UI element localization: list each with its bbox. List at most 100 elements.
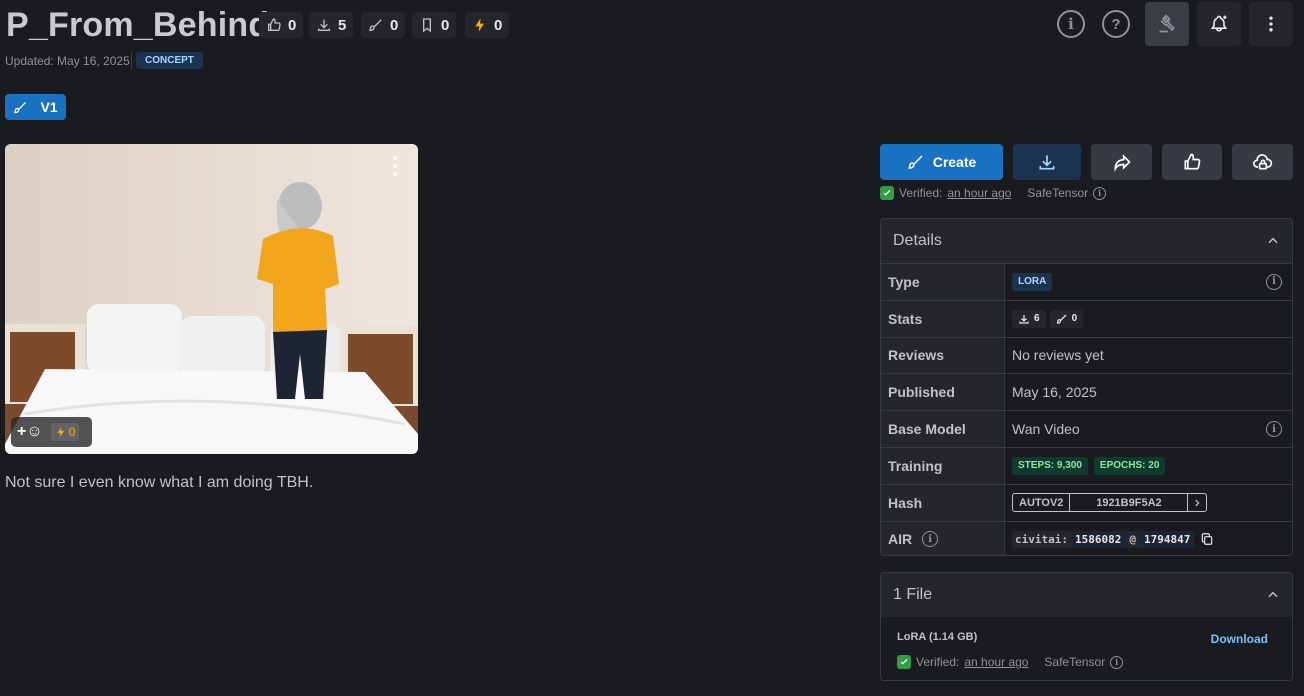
- verified-time[interactable]: an hour ago: [964, 655, 1028, 669]
- details-heading: Details: [893, 232, 942, 249]
- add-reaction-icon[interactable]: +☺: [17, 423, 43, 441]
- generations-stat: 0: [361, 12, 406, 38]
- download-icon: [1039, 155, 1055, 170]
- file-verification-status: Verified: an hour ago SafeTensor i: [897, 655, 1124, 669]
- chevron-up-icon: [1268, 237, 1278, 244]
- details-row-hash: Hash AUTOV2 1921B9F5A2: [881, 483, 1292, 521]
- brush-icon: [14, 101, 27, 113]
- air-version-id: 1794847: [1139, 530, 1195, 548]
- chevron-up-icon: [1268, 591, 1278, 598]
- base-model-label: Base Model: [881, 411, 1005, 447]
- files-heading: 1 File: [893, 586, 933, 603]
- bookmarks-stat: 0: [412, 12, 457, 38]
- details-row-base-model: Base Model Wan Video i: [881, 410, 1292, 447]
- preview-image-card[interactable]: +☺ 0: [5, 144, 418, 454]
- info-icon[interactable]: i: [1266, 273, 1282, 290]
- downloads-stat: 5: [309, 12, 354, 38]
- details-header[interactable]: Details: [881, 219, 1292, 263]
- training-label: Training: [881, 447, 1005, 484]
- details-row-published: Published May 16, 2025: [881, 373, 1292, 411]
- page-title: P_From_Behind: [6, 6, 270, 44]
- bookmarks-count: 0: [441, 16, 450, 34]
- downloads-badge: 6: [1012, 309, 1046, 328]
- published-label: Published: [881, 374, 1005, 411]
- notify-button[interactable]: [1197, 2, 1241, 46]
- generations-badge: 0: [1049, 309, 1084, 328]
- chevron-right-icon[interactable]: [1188, 494, 1206, 511]
- air-model-id: 1586082: [1070, 530, 1126, 548]
- downloads-count: 5: [338, 16, 347, 34]
- thumb-up-icon: [268, 18, 281, 31]
- file-name: LoRA (1.14 GB): [897, 631, 978, 643]
- buzz-count: 0: [494, 16, 503, 34]
- moderation-button[interactable]: [1145, 2, 1189, 46]
- downloads-value: 6: [1034, 313, 1040, 325]
- details-row-reviews: Reviews No reviews yet: [881, 336, 1292, 374]
- air-prefix: civitai:: [1012, 530, 1071, 548]
- buzz-tip-count: 0: [68, 425, 76, 439]
- category-badge[interactable]: CONCEPT: [136, 52, 203, 69]
- verified-label: Verified:: [916, 655, 960, 669]
- version-tab-v1[interactable]: V1: [5, 94, 66, 120]
- file-download-link[interactable]: Download: [1211, 632, 1268, 646]
- info-icon[interactable]: i: [1057, 10, 1085, 38]
- cloud-lock-icon: [1252, 154, 1272, 170]
- details-panel: Details Type LORA i Stats 6 0 Reviews No…: [880, 218, 1293, 556]
- lightning-icon: [57, 427, 64, 437]
- format-label: SafeTensor: [1044, 655, 1106, 669]
- divider: [131, 52, 132, 69]
- more-menu-button[interactable]: [1249, 2, 1293, 46]
- generations-value: 0: [1071, 313, 1078, 325]
- files-panel: 1 File LoRA (1.14 GB) Download Verified:…: [880, 572, 1293, 681]
- thumb-up-icon: [1184, 153, 1201, 170]
- model-description: Not sure I even know what I am doing TBH…: [5, 474, 314, 491]
- published-value: May 16, 2025: [1012, 384, 1097, 401]
- shield-check-icon: [897, 655, 911, 669]
- verification-status: Verified: an hour ago SafeTensor i: [880, 186, 1107, 200]
- air-at: @: [1125, 530, 1140, 548]
- type-badge: LORA: [1012, 272, 1053, 291]
- likes-stat: 0: [259, 12, 304, 38]
- details-row-training: Training STEPS: 9,300 EPOCHS: 20: [881, 446, 1292, 484]
- buzz-stat: 0: [465, 12, 510, 38]
- lightning-icon: [475, 18, 484, 32]
- type-label: Type: [881, 264, 1005, 300]
- stats-label: Stats: [881, 300, 1005, 337]
- image-menu-button[interactable]: [387, 154, 403, 183]
- verified-label: Verified:: [899, 186, 943, 200]
- steps-badge: STEPS: 9,300: [1012, 456, 1088, 475]
- files-header[interactable]: 1 File: [881, 573, 1292, 617]
- share-icon: [1113, 154, 1131, 172]
- create-button[interactable]: Create: [880, 144, 1003, 180]
- reviews-label: Reviews: [881, 337, 1005, 374]
- reviews-value: No reviews yet: [1012, 347, 1104, 364]
- hash-type-selector[interactable]: AUTOV2: [1013, 494, 1071, 512]
- download-icon: [1019, 314, 1029, 324]
- gavel-icon: [1159, 14, 1175, 33]
- download-icon: [318, 19, 330, 31]
- verified-time[interactable]: an hour ago: [947, 186, 1011, 200]
- details-row-air: AIR i civitai: 1586082 @ 1794847: [881, 520, 1292, 555]
- copy-icon[interactable]: [1200, 532, 1214, 546]
- format-label: SafeTensor: [1027, 186, 1089, 200]
- base-model-value: Wan Video: [1012, 421, 1080, 438]
- info-icon[interactable]: i: [1110, 655, 1124, 669]
- details-row-stats: Stats 6 0: [881, 299, 1292, 337]
- buzz-tip-button[interactable]: 0: [50, 423, 80, 441]
- download-button[interactable]: [1013, 144, 1081, 180]
- share-button[interactable]: [1091, 144, 1152, 180]
- dots-vertical-icon: [1269, 16, 1273, 32]
- brush-icon: [908, 155, 923, 169]
- likes-count: 0: [288, 16, 297, 34]
- reactions-bar: +☺ 0: [11, 417, 92, 447]
- air-label: AIR: [888, 531, 913, 548]
- info-icon[interactable]: i: [1266, 421, 1282, 438]
- help-icon[interactable]: ?: [1102, 10, 1130, 38]
- info-icon[interactable]: i: [922, 531, 939, 548]
- like-button[interactable]: [1162, 144, 1222, 180]
- vault-button[interactable]: [1232, 144, 1293, 180]
- bell-plus-icon: [1210, 15, 1228, 32]
- hash-value[interactable]: 1921B9F5A2: [1070, 494, 1189, 512]
- hash-widget: AUTOV2 1921B9F5A2: [1012, 493, 1208, 513]
- info-icon[interactable]: i: [1093, 186, 1107, 200]
